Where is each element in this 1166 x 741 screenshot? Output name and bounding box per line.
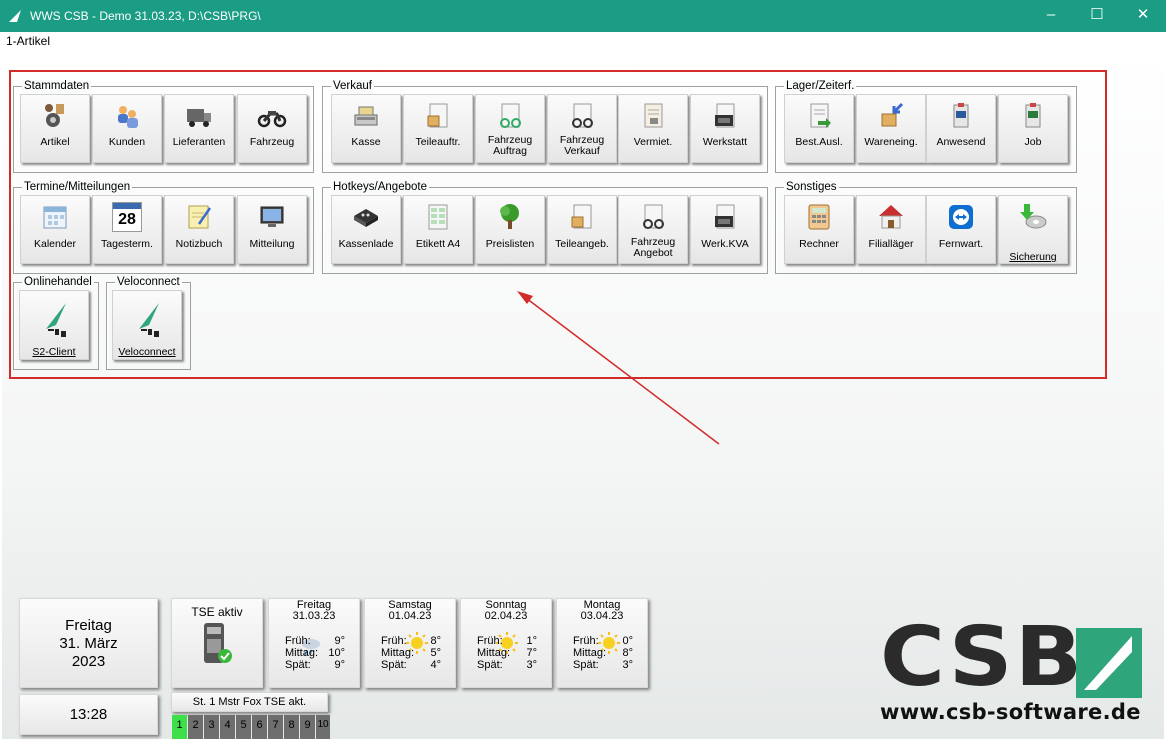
clock-time: 13:28 [69,706,108,723]
date-weekday: Freitag [65,617,112,634]
station-segment-7[interactable]: 7 [268,715,283,739]
weather-label: Mittag: [381,647,415,659]
weather-date: 31.03.23 [292,610,336,622]
weather-temp: 10° [328,647,345,659]
weather-label: Spät: [477,659,503,671]
csb-logo: CSB www.csb-software.de [880,612,1150,728]
logo-text: CSB [880,610,1085,705]
station-segment-10[interactable]: 10 [316,715,330,739]
weather-temp: 0° [622,635,633,647]
weather-label: Mittag: [285,647,319,659]
weather-label: Spät: [573,659,599,671]
logo-arrow-icon [1076,628,1142,698]
date-day-month: 31. März [59,635,118,652]
weather-temp: 4° [430,659,441,671]
weather-temp: 1° [526,635,537,647]
weather-label: Mittag: [573,647,607,659]
weather-label: Mittag: [477,647,511,659]
tse-status-bar: St. 1 Mstr Fox TSE akt. [171,692,328,712]
weather-date: 01.04.23 [388,610,432,622]
weather-temp: 3° [526,659,537,671]
weather-temp: 3° [622,659,633,671]
weather-temp: 5° [430,647,441,659]
station-segment-2[interactable]: 2 [188,715,203,739]
weather-temp: 7° [526,647,537,659]
weather-temp: 9° [334,635,345,647]
date-year: 2023 [71,653,106,670]
weather-panel: Samstag 01.04.23 Früh: 8° Mittag: 5° Spät: 4… [364,598,456,688]
weather-temp: 8° [430,635,441,647]
weather-panel: Sonntag 02.04.23 Früh: 1° Mittag: 7° Spät: 3… [460,598,552,688]
tse-label: TSE aktiv [191,605,243,619]
weather-label: Spät: [285,659,311,671]
weather-label: Früh: [285,635,311,647]
weather-date: 03.04.23 [580,610,624,622]
weather-label: Früh: [573,635,599,647]
weather-temp: 9° [334,659,345,671]
station-segment-1[interactable]: 1 [172,715,187,739]
clock-panel: 13:28 [19,694,158,735]
station-segment-4[interactable]: 4 [220,715,235,739]
weather-label: Früh: [381,635,407,647]
station-segment-5[interactable]: 5 [236,715,251,739]
weather-date: 02.04.23 [484,610,528,622]
weather-label: Früh: [477,635,503,647]
tse-terminal-icon [204,623,232,663]
weather-label: Spät: [381,659,407,671]
logo-url: www.csb-software.de [880,700,1141,724]
weather-temp: 8° [622,647,633,659]
tse-status-text: St. 1 Mstr Fox TSE akt. [192,696,307,708]
weather-panel: Freitag 31.03.23 Früh: 9° Mittag: 10° Spät:… [268,598,360,688]
weather-panel: Montag 03.04.23 Früh: 0° Mittag: 8° Spät: 3° [556,598,648,688]
tse-panel[interactable]: TSE aktiv [171,598,263,688]
station-segment-3[interactable]: 3 [204,715,219,739]
date-panel: Freitag 31. März 2023 [19,598,158,688]
station-segment-6[interactable]: 6 [252,715,267,739]
station-segment-8[interactable]: 8 [284,715,299,739]
station-segment-9[interactable]: 9 [300,715,315,739]
